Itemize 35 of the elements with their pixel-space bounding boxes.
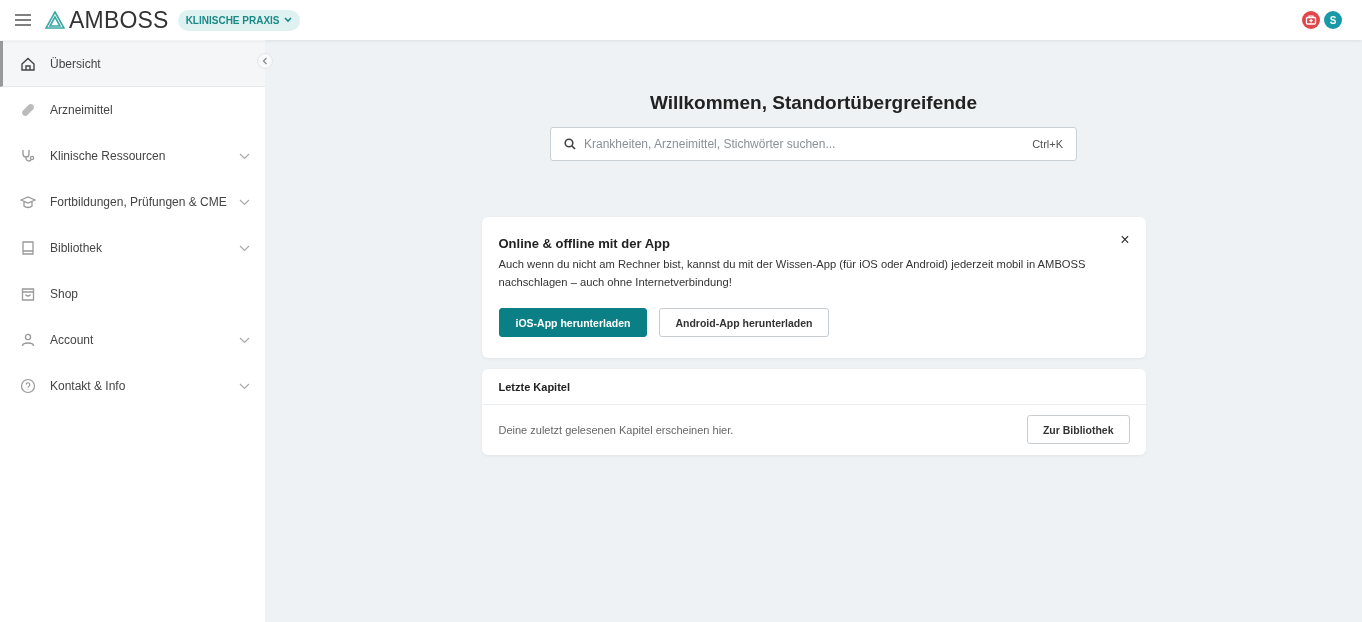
chevron-down-icon bbox=[283, 17, 292, 23]
menu-icon[interactable] bbox=[15, 14, 31, 26]
card-text: Auch wenn du nicht am Rechner bist, kannst du mit der Wissen-App (für iOS oder Android) jederzeit mobil in AMBOSS nachschlagen – auch ohne Internetverbindung! bbox=[498, 257, 1087, 290]
home-icon bbox=[20, 55, 36, 72]
sidebar-item[interactable]: Arzneimittel bbox=[0, 87, 265, 133]
pill-icon bbox=[20, 102, 36, 118]
sidebar-item[interactable]: Übersicht bbox=[0, 41, 265, 87]
collapse-sidebar-button[interactable] bbox=[257, 53, 273, 69]
book-icon bbox=[20, 240, 36, 256]
sidebar-item[interactable]: Kontakt & Info bbox=[0, 363, 265, 409]
download-button[interactable]: Android-App herunterladen bbox=[659, 308, 829, 337]
sidebar-item[interactable]: Klinische Ressourcen bbox=[0, 133, 265, 179]
sidebar-item[interactable]: Shop bbox=[0, 271, 265, 317]
stethoscope-icon bbox=[20, 148, 36, 164]
card-title: Online & offline mit der App bbox=[498, 236, 670, 251]
mode-dropdown[interactable]: KLINISCHE PRAXIS bbox=[177, 9, 300, 31]
graduation-cap-icon bbox=[20, 194, 36, 210]
first-aid-kit-icon[interactable] bbox=[1302, 11, 1320, 29]
search-icon bbox=[564, 138, 576, 150]
logo-icon bbox=[45, 11, 65, 29]
close-button[interactable]: × bbox=[1120, 233, 1130, 247]
person-icon bbox=[20, 332, 36, 348]
empty-message: Deine zuletzt gelesenen Kapitel erscheinen hier. bbox=[498, 423, 734, 436]
download-button[interactable]: iOS-App herunterladen bbox=[498, 308, 648, 337]
card-title: Letzte Kapitel bbox=[481, 369, 1146, 405]
sidebar-item[interactable]: Fortbildungen, Prüfungen & CME bbox=[0, 179, 265, 225]
welcome-heading: Willkommen, Standortübergreifende bbox=[649, 92, 978, 114]
chevron-left-icon bbox=[262, 57, 268, 65]
sidebar-item[interactable]: Bibliothek bbox=[0, 225, 265, 271]
library-button[interactable]: Zur Bibliothek bbox=[1026, 415, 1130, 444]
shopping-bag-icon bbox=[20, 286, 36, 302]
shortcut-hint: Ctrl+K bbox=[1032, 138, 1063, 150]
help-icon bbox=[20, 378, 36, 394]
logo-text: AMBOSS bbox=[69, 6, 169, 34]
sidebar-item[interactable]: Account bbox=[0, 317, 265, 363]
